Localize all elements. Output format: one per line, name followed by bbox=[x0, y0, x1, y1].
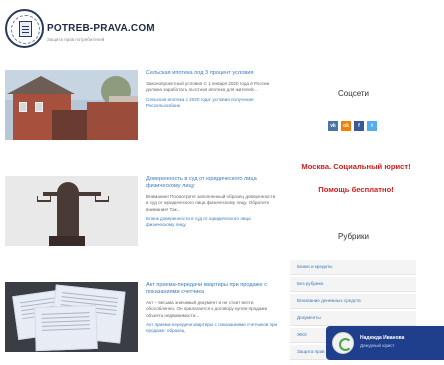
post-related-link[interactable]: Сельская ипотека с 2020 года: условия по… bbox=[146, 97, 278, 110]
rubric-label: Вонзвание денежных средств bbox=[297, 298, 361, 303]
post-title[interactable]: Доверенность в суд от юридического лица … bbox=[146, 176, 278, 190]
rubric-item[interactable]: Документы bbox=[290, 311, 416, 326]
social-widget-title: Соцсети bbox=[337, 89, 370, 98]
rubric-label: ЖКХ bbox=[297, 332, 307, 337]
post-thumbnail-documents[interactable] bbox=[5, 282, 138, 352]
post-thumbnail-themis[interactable] bbox=[5, 176, 138, 246]
post-card: Сельская ипотека под 3 процент условия З… bbox=[5, 70, 278, 140]
chat-widget[interactable]: Надежда Иванова Дежурный юрист bbox=[326, 326, 444, 360]
social-links: vk ok f t bbox=[328, 121, 378, 131]
post-card: Доверенность в суд от юридического лица … bbox=[5, 176, 278, 246]
site-title[interactable]: POTREB-PRAVA.COM bbox=[47, 23, 155, 34]
post-excerpt: Внимание! Посмотрите заполненный образец… bbox=[146, 194, 276, 212]
facebook-icon[interactable]: f bbox=[354, 121, 364, 131]
post-title[interactable]: Акт приема-передачи квартиры при продаже… bbox=[146, 282, 278, 296]
post-thumbnail-house[interactable] bbox=[5, 70, 138, 140]
rubric-item[interactable]: Вонзвание денежных средств bbox=[290, 294, 416, 309]
twitter-icon[interactable]: t bbox=[367, 121, 377, 131]
post-excerpt: Законопроектный условия С 1 января 2020 … bbox=[146, 81, 270, 93]
post-card: Акт приема-передачи квартиры при продаже… bbox=[5, 282, 278, 352]
chat-agent-name: Надежда Иванова bbox=[360, 335, 405, 341]
rubric-label: Без рубрики bbox=[297, 281, 324, 286]
rubric-label: Документы bbox=[297, 315, 321, 320]
logo-seal-icon[interactable] bbox=[5, 9, 44, 48]
post-title[interactable]: Сельская ипотека под 3 процент условия bbox=[146, 70, 278, 77]
site-header: POTREB-PRAVA.COM Защита прав потребителе… bbox=[0, 0, 444, 62]
promo-line-1[interactable]: Москва. Социальный юрист! bbox=[277, 162, 435, 171]
site-tagline: Защита прав потребителей bbox=[47, 37, 105, 42]
chat-avatar-icon bbox=[332, 332, 354, 354]
rubric-item[interactable]: Без рубрики bbox=[290, 277, 416, 292]
rubrics-widget-title: Рубрики bbox=[338, 232, 369, 241]
rubric-label: Банки и кредиты bbox=[297, 264, 333, 269]
odnoklassniki-icon[interactable]: ok bbox=[341, 121, 351, 131]
post-excerpt: Акт – весьма значимый документ и не стои… bbox=[146, 300, 268, 318]
rubric-label: Защита прав bbox=[297, 349, 325, 354]
chat-agent-status: Дежурный юрист bbox=[360, 343, 395, 348]
post-related-link[interactable]: Акт приема-передачи квартиры с показания… bbox=[146, 322, 278, 335]
rubric-item[interactable]: Банки и кредиты bbox=[290, 260, 416, 275]
post-related-link[interactable]: Бланк доверенности в суд от юридического… bbox=[146, 216, 278, 229]
promo-line-2[interactable]: Помощь бесплатно! bbox=[277, 185, 435, 194]
vk-icon[interactable]: vk bbox=[328, 121, 338, 131]
